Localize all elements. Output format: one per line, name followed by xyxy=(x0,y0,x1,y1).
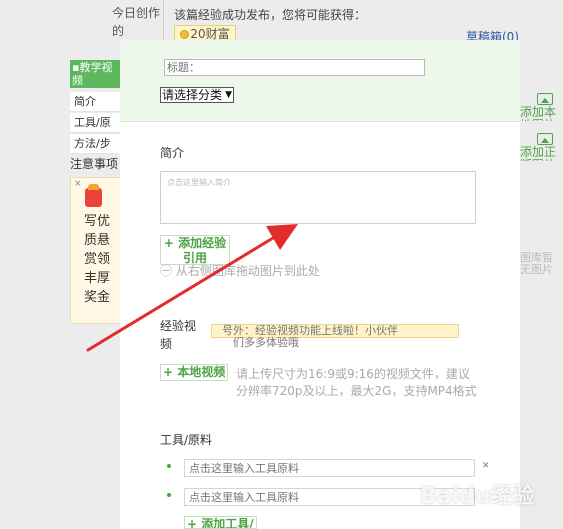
local-video-button[interactable]: + 本地视频 xyxy=(160,364,229,381)
add-tool-button[interactable]: + 添加工具/ xyxy=(184,516,257,529)
bullet-dot xyxy=(167,493,171,497)
bullet-dot xyxy=(167,464,171,468)
reward-text: 写优质悬赏领丰厚奖金 xyxy=(83,214,110,305)
add-correct-image-button[interactable]: 添加正版图片 xyxy=(520,133,563,161)
image-icon xyxy=(537,133,553,145)
top-divider xyxy=(163,0,164,40)
video-notice-continued: 们多多体验哦 xyxy=(233,336,299,349)
intro-textarea[interactable]: 点击这里输入简介 xyxy=(160,171,476,224)
coin-icon xyxy=(180,30,190,39)
add-local-image-button[interactable]: 添加本地图片 xyxy=(520,93,563,121)
image-icon xyxy=(537,93,553,105)
tool-input-1[interactable] xyxy=(184,459,475,477)
drag-hint: ㊀ 从右侧图库拖动图片到此处 xyxy=(160,264,320,278)
close-icon[interactable]: × xyxy=(74,179,82,189)
sidebar-section-title[interactable]: ▪教学视频 xyxy=(70,60,120,88)
remove-icon[interactable]: ✕ xyxy=(482,461,490,471)
gallery-empty-text: 图库暂无图片 xyxy=(520,252,553,276)
video-section-label: 经验视频 xyxy=(160,319,197,351)
dropdown-arrow-icon: ▼ xyxy=(225,90,232,100)
editor-panel: 请选择分类▼ 简介 点击这里输入简介 + 添加经验引用 ㊀ 从右侧图库拖动图片到… xyxy=(120,40,520,529)
add-quote-button[interactable]: + 添加经验引用 xyxy=(160,235,230,265)
sidebar-item-tools[interactable]: 工具/原 xyxy=(70,113,120,133)
category-select[interactable]: 请选择分类 ▼ xyxy=(160,87,234,103)
title-area: 请选择分类▼ xyxy=(120,40,520,122)
publish-message: 该篇经验成功发布，您将可能获得： xyxy=(174,8,367,22)
reward-banner[interactable]: × 写优质悬赏领丰厚奖金 xyxy=(70,177,121,324)
sidebar-item-notes[interactable]: 注意事项 xyxy=(70,155,118,172)
info-icon: ㊀ xyxy=(160,264,176,278)
red-envelope-icon xyxy=(85,184,102,207)
video-upload-hint: 请上传尺寸为16:9或9:16的视频文件，建议分辨率720p及以上，最大2G，支… xyxy=(236,367,477,398)
tools-section-label: 工具/原料 xyxy=(160,433,213,447)
baidu-watermark: Baidu经验 xyxy=(420,484,535,509)
sidebar-item-intro[interactable]: 简介 xyxy=(70,92,120,112)
title-input[interactable] xyxy=(164,59,425,76)
today-created-label: 今日创作的 xyxy=(112,6,161,38)
sidebar-item-steps[interactable]: 方法/步 xyxy=(70,134,120,154)
intro-section-label: 简介 xyxy=(160,146,185,160)
